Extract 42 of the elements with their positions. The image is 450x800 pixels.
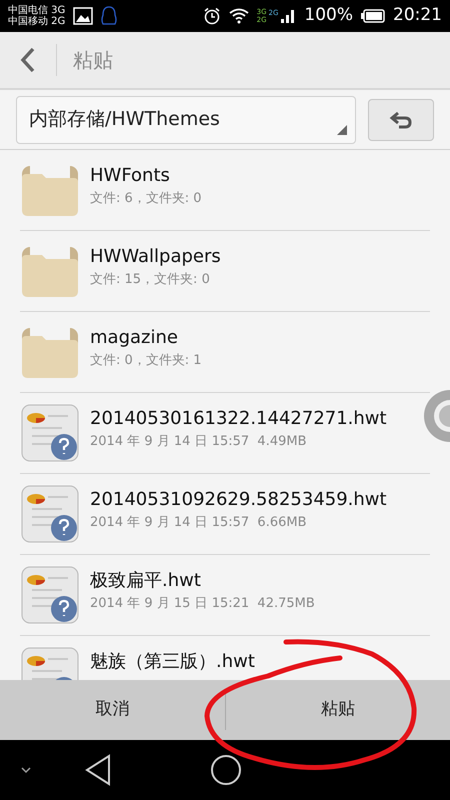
item-details: 2014 年 9 月 14 日 15:57 6.66MB xyxy=(90,514,308,532)
item-name: 20140531092629.58253459.hwt xyxy=(90,488,387,512)
back-nav-icon[interactable] xyxy=(84,754,112,786)
collapse-icon[interactable] xyxy=(20,766,32,774)
home-nav-icon[interactable] xyxy=(210,754,242,786)
clock: 20:21 xyxy=(393,4,442,28)
action-button[interactable]: 粘贴 xyxy=(226,680,450,740)
item-name: magazine xyxy=(90,326,179,350)
image-icon xyxy=(73,7,94,25)
item-details: 文件: 6，文件夹: 0 xyxy=(90,190,202,208)
file-list-row[interactable]: HWFonts 文件: 6，文件夹: 0 xyxy=(20,150,430,231)
return-icon xyxy=(389,110,413,128)
carrier-label: 中国电信 3G xyxy=(8,5,66,16)
carrier-label: 中国移动 2G xyxy=(8,16,66,27)
unknown-file-icon xyxy=(20,484,80,544)
file-list-row[interactable]: 极致扁平.hwt 2014 年 9 月 15 日 15:21 42.75MB xyxy=(20,555,430,636)
signal-icon xyxy=(280,8,296,24)
item-details: 文件: 0，文件夹: 1 xyxy=(90,352,202,370)
up-level-button[interactable] xyxy=(368,98,434,140)
back-icon xyxy=(20,47,36,73)
item-name: HWWallpapers xyxy=(90,245,221,269)
file-list-row[interactable]: HWWallpapers 文件: 15，文件夹: 0 xyxy=(20,231,430,312)
item-details: 文件: 15，文件夹: 0 xyxy=(90,271,211,289)
file-list-row[interactable]: magazine 文件: 0，文件夹: 1 xyxy=(20,312,430,393)
alarm-icon xyxy=(202,7,221,25)
unknown-file-icon xyxy=(20,403,80,463)
item-details: 2014 年 9 月 15 日 15:21 42.75MB xyxy=(90,595,315,613)
unknown-file-icon xyxy=(20,565,80,625)
dropdown-corner-icon xyxy=(337,124,347,134)
path-dropdown[interactable]: 内部存储/HWThemes xyxy=(16,96,356,144)
item-name: 20140530161322.14427271.hwt xyxy=(90,407,387,431)
battery-icon xyxy=(361,9,385,23)
file-list-row[interactable]: 20140531092629.58253459.hwt 2014 年 9 月 14 日 15:57 6.66MB xyxy=(20,474,430,555)
screen-title: 粘贴 xyxy=(73,47,113,74)
item-name: 魅族（第三版）.hwt xyxy=(90,650,255,674)
wifi-icon xyxy=(228,8,249,24)
file-list-row[interactable]: 20140530161322.14427271.hwt 2014 年 9 月 14 日 15:57 4.49MB xyxy=(20,393,430,474)
battery-percent: 100% xyxy=(304,4,353,28)
action-button[interactable]: 取消 xyxy=(0,680,224,740)
item-details: 2014 年 9 月 14 日 15:57 4.49MB xyxy=(90,433,308,451)
item-name: 极致扁平.hwt xyxy=(90,569,202,593)
item-name: HWFonts xyxy=(90,164,171,188)
